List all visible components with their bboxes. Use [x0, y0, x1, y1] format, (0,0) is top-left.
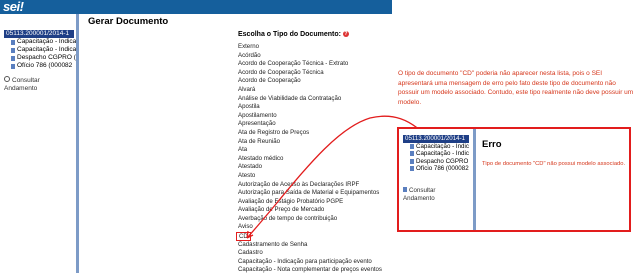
inset-tree-item[interactable]: Capacitação - Indic	[403, 143, 472, 151]
doc-type-option[interactable]: Análise de Viabilidade da Contratação	[238, 95, 382, 104]
document-icon	[11, 47, 15, 53]
doc-type-option[interactable]: Apostilamento	[238, 112, 382, 121]
tree-item[interactable]: Capacitação - Indica	[4, 38, 77, 46]
document-type-list: Externo Acórdão Acordo de Cooperação Técni…	[236, 43, 382, 275]
header-blank-area	[392, 0, 640, 14]
inset-divider	[473, 129, 476, 230]
doc-type-option[interactable]: Autorização para Saída de Material e Equ…	[238, 189, 382, 198]
document-icon	[410, 143, 414, 149]
document-icon	[11, 39, 15, 45]
doc-type-option[interactable]: Ata	[238, 146, 382, 155]
inset-tree-item[interactable]: Despacho CGPRO	[403, 158, 472, 166]
doc-type-option[interactable]: Autorização de Acesso às Declarações IRP…	[238, 181, 382, 190]
doc-type-option[interactable]: Alvará	[238, 86, 382, 95]
annotation-note: O tipo de documento "CD" poderia não apa…	[398, 70, 634, 106]
page-title: Gerar Documento	[88, 16, 169, 27]
error-title: Erro	[482, 139, 502, 150]
sidebar-divider[interactable]	[76, 14, 79, 273]
document-icon	[11, 55, 15, 61]
inset-tree-item[interactable]: Ofício 786 (000082	[403, 165, 472, 173]
doc-type-option[interactable]: Averbação de tempo de contribuição	[238, 215, 382, 224]
doc-type-option[interactable]: Apostila	[238, 103, 382, 112]
doc-type-option[interactable]: Acórdão	[238, 52, 382, 61]
doc-type-option[interactable]: Externo	[238, 43, 382, 52]
doc-type-option[interactable]: Acordo de Cooperação Técnica	[238, 69, 382, 78]
error-message: Tipo de documento "CD" não possui modelo…	[482, 161, 626, 167]
sei-logo: sei!	[3, 0, 24, 14]
consult-progress-link[interactable]: Consultar Andamento	[4, 76, 40, 93]
doc-type-option[interactable]: Ata de Reunião	[238, 138, 382, 147]
doc-type-option[interactable]: Avaliação de Preço de Mercado	[238, 206, 382, 215]
choose-doc-type-label: Escolha o Tipo do Documento:?	[238, 31, 349, 38]
doc-type-option[interactable]: Cadastramento de Senha	[238, 241, 382, 250]
inset-consult-link[interactable]: Consultar Andamento	[403, 187, 435, 202]
doc-type-option-cd[interactable]: CD	[236, 232, 382, 242]
doc-type-option[interactable]: Cadastro	[238, 249, 382, 258]
process-tree: 05113.200001/2014-1 Capacitação - Indica…	[4, 30, 77, 70]
error-screenshot-inset: 05113.200001/2014-1 Capacitação - Indic …	[397, 127, 631, 232]
doc-type-option[interactable]: Ata de Registro de Preços	[238, 129, 382, 138]
tree-item[interactable]: Despacho CGPRO (	[4, 54, 77, 62]
help-icon[interactable]: ?	[342, 31, 349, 38]
doc-type-option[interactable]: Acordo de Cooperação Técnica - Extrato	[238, 60, 382, 69]
tree-item[interactable]: Ofício 786 (000082	[4, 62, 77, 70]
doc-type-option[interactable]: Atesto	[238, 172, 382, 181]
doc-type-option[interactable]: Atestado médico	[238, 155, 382, 164]
left-sidebar: 05113.200001/2014-1 Capacitação - Indica…	[0, 14, 76, 273]
doc-type-option[interactable]: Atestado	[238, 163, 382, 172]
doc-type-option[interactable]: Capacitação - Nota complementar de preço…	[238, 266, 382, 275]
doc-type-option[interactable]: Avaliação de Estágio Probatório PGPE	[238, 198, 382, 207]
document-icon	[11, 63, 15, 69]
inset-tree-item[interactable]: Capacitação - Indic	[403, 150, 472, 158]
document-icon	[410, 166, 414, 172]
doc-type-option[interactable]: Acordo de Cooperação	[238, 77, 382, 86]
search-icon	[403, 187, 407, 192]
doc-type-option[interactable]: Capacitação - Indicação para participaçã…	[238, 258, 382, 267]
doc-type-option[interactable]: Apresentação	[238, 120, 382, 129]
search-icon	[4, 76, 10, 82]
document-icon	[410, 151, 414, 157]
inset-process-tree: 05113.200001/2014-1 Capacitação - Indic …	[403, 135, 473, 173]
doc-type-option[interactable]: Aviso	[238, 223, 382, 232]
inset-tree-root[interactable]: 05113.200001/2014-1	[403, 135, 469, 143]
tree-root-process[interactable]: 05113.200001/2014-1	[4, 30, 74, 38]
tree-item[interactable]: Capacitação - Indica	[4, 46, 77, 54]
document-icon	[410, 158, 414, 164]
inset-sidebar: 05113.200001/2014-1 Capacitação - Indic …	[403, 135, 473, 230]
